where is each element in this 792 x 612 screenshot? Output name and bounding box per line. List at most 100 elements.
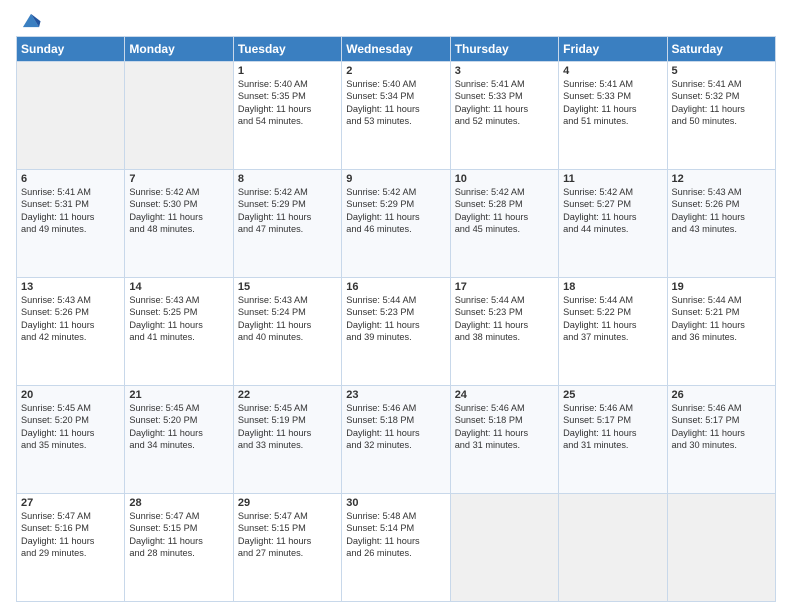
calendar-cell: 18Sunrise: 5:44 AMSunset: 5:22 PMDayligh… (559, 278, 667, 386)
day-number: 25 (563, 389, 662, 401)
day-number: 19 (672, 281, 771, 293)
calendar-cell: 20Sunrise: 5:45 AMSunset: 5:20 PMDayligh… (17, 386, 125, 494)
calendar-cell: 8Sunrise: 5:42 AMSunset: 5:29 PMDaylight… (233, 170, 341, 278)
day-number: 1 (238, 65, 337, 77)
day-number: 16 (346, 281, 445, 293)
calendar-cell (450, 494, 558, 602)
day-info: Sunrise: 5:47 AMSunset: 5:15 PMDaylight:… (238, 510, 337, 560)
day-info: Sunrise: 5:43 AMSunset: 5:26 PMDaylight:… (672, 186, 771, 236)
day-number: 7 (129, 173, 228, 185)
calendar-cell (125, 62, 233, 170)
day-number: 12 (672, 173, 771, 185)
calendar-day-header: Thursday (450, 37, 558, 62)
day-info: Sunrise: 5:46 AMSunset: 5:17 PMDaylight:… (672, 402, 771, 452)
day-info: Sunrise: 5:43 AMSunset: 5:24 PMDaylight:… (238, 294, 337, 344)
day-info: Sunrise: 5:40 AMSunset: 5:34 PMDaylight:… (346, 78, 445, 128)
calendar-cell (17, 62, 125, 170)
calendar-header-row: SundayMondayTuesdayWednesdayThursdayFrid… (17, 37, 776, 62)
day-info: Sunrise: 5:41 AMSunset: 5:33 PMDaylight:… (563, 78, 662, 128)
day-info: Sunrise: 5:40 AMSunset: 5:35 PMDaylight:… (238, 78, 337, 128)
day-number: 21 (129, 389, 228, 401)
day-number: 18 (563, 281, 662, 293)
day-number: 6 (21, 173, 120, 185)
day-number: 30 (346, 497, 445, 509)
logo-icon (20, 8, 42, 30)
day-info: Sunrise: 5:43 AMSunset: 5:25 PMDaylight:… (129, 294, 228, 344)
calendar-cell: 29Sunrise: 5:47 AMSunset: 5:15 PMDayligh… (233, 494, 341, 602)
day-info: Sunrise: 5:41 AMSunset: 5:32 PMDaylight:… (672, 78, 771, 128)
calendar-week-row: 6Sunrise: 5:41 AMSunset: 5:31 PMDaylight… (17, 170, 776, 278)
day-info: Sunrise: 5:42 AMSunset: 5:30 PMDaylight:… (129, 186, 228, 236)
day-number: 9 (346, 173, 445, 185)
calendar-cell (667, 494, 775, 602)
day-number: 28 (129, 497, 228, 509)
calendar-cell: 30Sunrise: 5:48 AMSunset: 5:14 PMDayligh… (342, 494, 450, 602)
day-number: 26 (672, 389, 771, 401)
calendar-cell: 14Sunrise: 5:43 AMSunset: 5:25 PMDayligh… (125, 278, 233, 386)
day-info: Sunrise: 5:45 AMSunset: 5:19 PMDaylight:… (238, 402, 337, 452)
day-number: 3 (455, 65, 554, 77)
calendar-cell: 13Sunrise: 5:43 AMSunset: 5:26 PMDayligh… (17, 278, 125, 386)
calendar-cell: 7Sunrise: 5:42 AMSunset: 5:30 PMDaylight… (125, 170, 233, 278)
calendar-cell: 24Sunrise: 5:46 AMSunset: 5:18 PMDayligh… (450, 386, 558, 494)
day-info: Sunrise: 5:45 AMSunset: 5:20 PMDaylight:… (129, 402, 228, 452)
day-info: Sunrise: 5:46 AMSunset: 5:17 PMDaylight:… (563, 402, 662, 452)
day-info: Sunrise: 5:42 AMSunset: 5:29 PMDaylight:… (238, 186, 337, 236)
calendar-week-row: 27Sunrise: 5:47 AMSunset: 5:16 PMDayligh… (17, 494, 776, 602)
calendar-cell: 25Sunrise: 5:46 AMSunset: 5:17 PMDayligh… (559, 386, 667, 494)
calendar-cell: 6Sunrise: 5:41 AMSunset: 5:31 PMDaylight… (17, 170, 125, 278)
calendar-cell: 26Sunrise: 5:46 AMSunset: 5:17 PMDayligh… (667, 386, 775, 494)
calendar-week-row: 20Sunrise: 5:45 AMSunset: 5:20 PMDayligh… (17, 386, 776, 494)
day-number: 17 (455, 281, 554, 293)
calendar-week-row: 1Sunrise: 5:40 AMSunset: 5:35 PMDaylight… (17, 62, 776, 170)
day-info: Sunrise: 5:43 AMSunset: 5:26 PMDaylight:… (21, 294, 120, 344)
day-info: Sunrise: 5:46 AMSunset: 5:18 PMDaylight:… (455, 402, 554, 452)
calendar-cell: 17Sunrise: 5:44 AMSunset: 5:23 PMDayligh… (450, 278, 558, 386)
day-info: Sunrise: 5:48 AMSunset: 5:14 PMDaylight:… (346, 510, 445, 560)
calendar-cell: 23Sunrise: 5:46 AMSunset: 5:18 PMDayligh… (342, 386, 450, 494)
calendar-cell: 27Sunrise: 5:47 AMSunset: 5:16 PMDayligh… (17, 494, 125, 602)
day-info: Sunrise: 5:44 AMSunset: 5:23 PMDaylight:… (346, 294, 445, 344)
day-info: Sunrise: 5:42 AMSunset: 5:29 PMDaylight:… (346, 186, 445, 236)
calendar-day-header: Tuesday (233, 37, 341, 62)
calendar-cell: 5Sunrise: 5:41 AMSunset: 5:32 PMDaylight… (667, 62, 775, 170)
calendar-day-header: Saturday (667, 37, 775, 62)
logo (16, 10, 42, 30)
calendar-cell: 4Sunrise: 5:41 AMSunset: 5:33 PMDaylight… (559, 62, 667, 170)
calendar-cell: 10Sunrise: 5:42 AMSunset: 5:28 PMDayligh… (450, 170, 558, 278)
day-info: Sunrise: 5:44 AMSunset: 5:22 PMDaylight:… (563, 294, 662, 344)
day-info: Sunrise: 5:42 AMSunset: 5:28 PMDaylight:… (455, 186, 554, 236)
day-info: Sunrise: 5:41 AMSunset: 5:33 PMDaylight:… (455, 78, 554, 128)
day-info: Sunrise: 5:44 AMSunset: 5:21 PMDaylight:… (672, 294, 771, 344)
header (16, 10, 776, 30)
calendar-day-header: Friday (559, 37, 667, 62)
day-number: 24 (455, 389, 554, 401)
day-info: Sunrise: 5:47 AMSunset: 5:16 PMDaylight:… (21, 510, 120, 560)
calendar-cell: 12Sunrise: 5:43 AMSunset: 5:26 PMDayligh… (667, 170, 775, 278)
day-info: Sunrise: 5:46 AMSunset: 5:18 PMDaylight:… (346, 402, 445, 452)
calendar-cell: 16Sunrise: 5:44 AMSunset: 5:23 PMDayligh… (342, 278, 450, 386)
day-number: 4 (563, 65, 662, 77)
day-number: 2 (346, 65, 445, 77)
day-info: Sunrise: 5:45 AMSunset: 5:20 PMDaylight:… (21, 402, 120, 452)
calendar-day-header: Monday (125, 37, 233, 62)
calendar-cell: 28Sunrise: 5:47 AMSunset: 5:15 PMDayligh… (125, 494, 233, 602)
calendar-cell: 19Sunrise: 5:44 AMSunset: 5:21 PMDayligh… (667, 278, 775, 386)
day-number: 15 (238, 281, 337, 293)
calendar-cell: 3Sunrise: 5:41 AMSunset: 5:33 PMDaylight… (450, 62, 558, 170)
calendar-day-header: Sunday (17, 37, 125, 62)
calendar-table: SundayMondayTuesdayWednesdayThursdayFrid… (16, 36, 776, 602)
calendar-cell: 15Sunrise: 5:43 AMSunset: 5:24 PMDayligh… (233, 278, 341, 386)
day-info: Sunrise: 5:44 AMSunset: 5:23 PMDaylight:… (455, 294, 554, 344)
day-number: 22 (238, 389, 337, 401)
day-number: 8 (238, 173, 337, 185)
day-number: 27 (21, 497, 120, 509)
calendar-cell: 22Sunrise: 5:45 AMSunset: 5:19 PMDayligh… (233, 386, 341, 494)
day-number: 14 (129, 281, 228, 293)
calendar-cell: 11Sunrise: 5:42 AMSunset: 5:27 PMDayligh… (559, 170, 667, 278)
calendar-day-header: Wednesday (342, 37, 450, 62)
day-info: Sunrise: 5:47 AMSunset: 5:15 PMDaylight:… (129, 510, 228, 560)
day-number: 5 (672, 65, 771, 77)
day-number: 11 (563, 173, 662, 185)
page: SundayMondayTuesdayWednesdayThursdayFrid… (0, 0, 792, 612)
